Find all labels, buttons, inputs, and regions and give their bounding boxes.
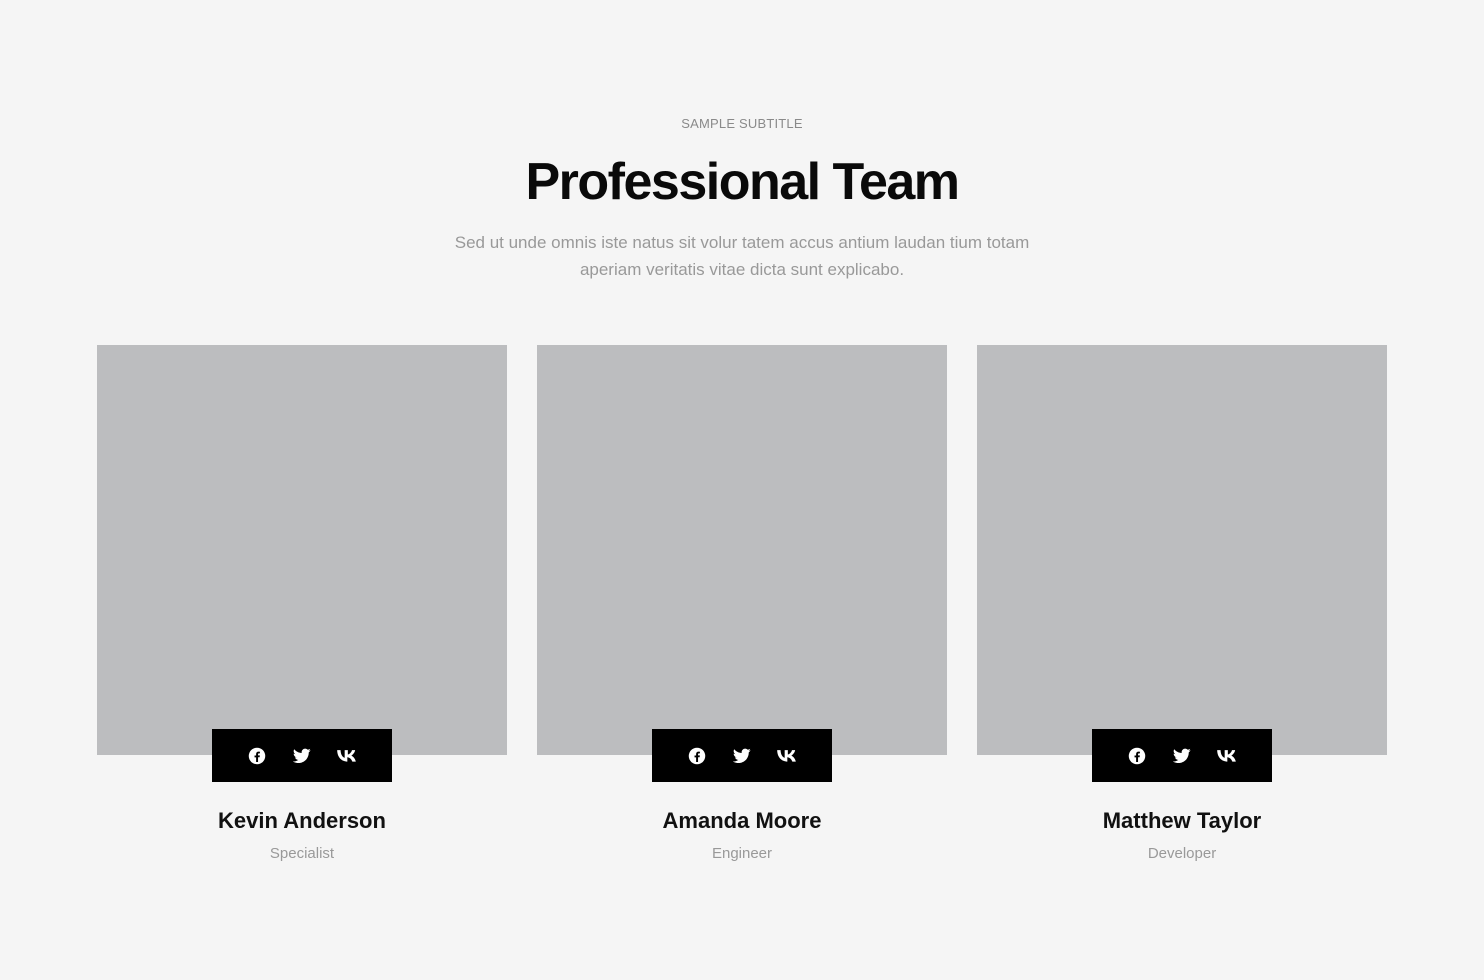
facebook-icon[interactable] [687,746,707,766]
social-bar [212,729,392,782]
team-card: Kevin Anderson Specialist [97,345,507,885]
section-title: Professional Team [525,153,960,211]
twitter-icon[interactable] [732,746,752,766]
member-role: Engineer [711,845,773,862]
team-card: Matthew Taylor Developer [977,345,1387,885]
social-bar [652,729,832,782]
member-photo [537,345,947,755]
facebook-icon[interactable] [1127,746,1147,766]
member-role: Developer [1147,845,1217,862]
team-section: SAMPLE SUBTITLE Professional Team Sed ut… [0,0,1484,980]
facebook-icon[interactable] [247,746,267,766]
team-card: Amanda Moore Engineer [537,345,947,885]
member-name: Amanda Moore [662,808,822,833]
member-name: Matthew Taylor [1102,808,1262,833]
twitter-icon[interactable] [292,746,312,766]
vk-icon[interactable] [337,746,357,766]
member-photo [97,345,507,755]
member-name: Kevin Anderson [218,808,386,833]
vk-icon[interactable] [777,746,797,766]
member-photo [977,345,1387,755]
member-role: Specialist [269,845,335,862]
social-bar [1092,729,1272,782]
team-cards: Kevin Anderson Specialist Amanda Moore E… [97,345,1387,885]
section-description: Sed ut unde omnis iste natus sit volur t… [454,233,1030,279]
twitter-icon[interactable] [1172,746,1192,766]
section-subtitle: SAMPLE SUBTITLE [681,116,803,131]
vk-icon[interactable] [1217,746,1237,766]
